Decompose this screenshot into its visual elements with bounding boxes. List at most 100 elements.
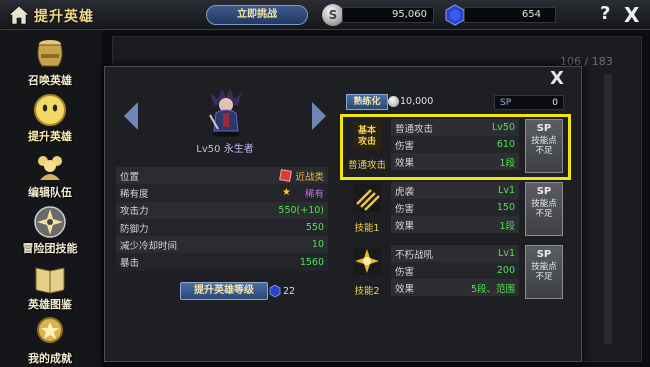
stat-row-rarity: 稀有度 ★ 稀有 [116,184,328,202]
silver-coin-icon [388,96,399,107]
stat-row-cooldown: 减少冷却时间 10 [116,236,328,254]
skill-row-key: 效果 [395,220,415,232]
skill-row-key: 效果 [395,283,415,295]
skill-row-value: 200 [496,265,515,276]
modal-close-button[interactable]: X [550,70,568,88]
sp-display: SP 0 [494,95,564,110]
sp-button-line2: 不足 [535,209,553,219]
skill-1: 技能1 虎袭 Lv1 伤害 150 效果 1段 SP 技能点 不足 [343,180,567,241]
skill-row: 不朽战吼 Lv1 [391,245,519,262]
skill-2: 技能2 不朽战吼 Lv1 伤害 200 效果 5段、范围 SP 技能点 不足 [343,243,567,304]
skill-row-key: 虎袭 [395,186,415,198]
book-icon [35,267,65,294]
sidebar: 召唤英雄 提升英雄 编辑队伍 冒险团技能 英雄图鉴 我的成就 [0,30,102,367]
challenge-now-button[interactable]: 立即挑战 [206,5,308,25]
stat-value-wrap: ★ 稀有 [282,186,324,200]
basic-attack-highlight-frame [340,114,571,180]
skill-row-key: 不朽战吼 [395,249,434,261]
summon-jar-icon [37,40,63,67]
stat-label: 防御力 [120,223,149,235]
hero-name: Lv50 永生者 [196,144,254,155]
sidebar-item-label: 编辑队伍 [28,186,72,199]
skill-label: 技能1 [354,223,380,234]
medal-icon [37,317,63,343]
stat-label: 攻击力 [120,206,149,218]
skill-row-value: 1段 [499,220,515,232]
war-cry-icon [353,247,381,275]
sidebar-item-hero-book[interactable]: 英雄图鉴 [4,258,96,315]
hero-stats-table: 位置 近战类 稀有度 ★ 稀有 攻击力 550(+10) 防御力 550 减少冷… [116,167,328,271]
skill-row-key: 伤害 [395,203,415,215]
stat-row-position: 位置 近战类 [116,167,328,185]
upgrade-cost: 22 [283,286,296,297]
hero-sprite [209,89,242,137]
skill-row: 效果 5段、范围 [391,279,519,296]
stat-label: 位置 [120,171,140,183]
previous-hero-arrow-icon[interactable] [124,102,138,130]
sidebar-item-label: 我的成就 [28,352,72,365]
sp-value: 0 [552,97,558,108]
stat-row-defense: 防御力 550 [116,218,328,237]
skill-row: 效果 1段 [391,216,519,233]
hero-list-scrollbar[interactable] [604,74,612,344]
skill-row: 伤害 200 [391,262,519,279]
sidebar-item-upgrade-hero[interactable]: 提升英雄 [4,90,96,147]
sp-upgrade-button[interactable]: SP 技能点 不足 [525,245,563,299]
stat-value: 550 [305,222,324,234]
proficiency-button[interactable]: 熟练化 [346,94,388,110]
stat-row-attack: 攻击力 550(+10) [116,201,328,219]
team-icon [38,156,62,180]
blue-gem-icon [445,4,465,26]
skill-label: 技能2 [354,286,380,297]
claw-strike-icon [353,184,381,212]
stat-value-wrap: 近战类 [279,169,324,183]
stat-value: 稀有 [304,188,324,200]
skill-info: 不朽战吼 Lv1 伤害 200 效果 5段、范围 [391,245,519,296]
stat-label: 减少冷却时间 [120,240,178,252]
page-title: 提升英雄 [34,9,94,25]
stat-value: 10 [311,239,324,251]
sp-button-top: SP [536,249,552,260]
sidebar-item-label: 冒险团技能 [22,242,78,255]
sidebar-item-achievements[interactable]: 我的成就 [4,312,96,367]
skill-row-value: 5段、范围 [470,283,515,295]
sidebar-item-team-skills[interactable]: 冒险团技能 [4,202,96,259]
sidebar-item-label: 英雄图鉴 [28,298,72,311]
upgrade-hero-level-button[interactable]: 提升英雄等级 [180,282,268,300]
blue-gem-icon [269,285,281,297]
next-hero-arrow-icon[interactable] [312,102,326,130]
stat-label: 稀有度 [120,188,149,200]
stat-label: 暴击 [120,258,140,270]
home-icon[interactable] [8,5,30,25]
sp-button-line2: 不足 [535,272,553,282]
melee-class-icon [279,169,293,183]
top-bar: 提升英雄 立即挑战 S 95,060 654 ? X [0,0,650,30]
sidebar-item-edit-team[interactable]: 编辑队伍 [4,146,96,203]
stat-row-critical: 暴击 1560 [116,253,328,271]
proficiency-cost: 10,000 [400,96,434,107]
hero-face-icon [34,94,66,126]
star-icon: ★ [282,187,291,199]
stat-value: 550(+10) [278,204,324,216]
stat-value: 近战类 [295,171,324,183]
sidebar-item-label: 提升英雄 [28,130,72,143]
help-button[interactable]: ? [600,3,618,27]
sp-button-line1: 技能点 [531,199,557,209]
silver-amount: 95,060 [342,7,434,23]
sp-button-top: SP [536,186,552,197]
sidebar-item-label: 召唤英雄 [28,74,72,87]
sp-upgrade-button[interactable]: SP 技能点 不足 [525,182,563,236]
skill-row-value: Lv1 [498,248,515,259]
skill-row: 伤害 150 [391,199,519,216]
skill-row: 虎袭 Lv1 [391,182,519,199]
skill-row-value: Lv1 [498,185,515,196]
sp-label: SP [500,97,512,108]
sidebar-item-summon-hero[interactable]: 召唤英雄 [4,34,96,91]
stat-value: 1560 [299,256,324,268]
skill-icon-box[interactable]: 技能2 [347,245,387,301]
close-button[interactable]: X [624,3,644,27]
gem-amount: 654 [464,7,556,23]
skill-row-key: 伤害 [395,266,415,278]
skill-icon-box[interactable]: 技能1 [347,182,387,238]
shuriken-icon [34,206,66,238]
